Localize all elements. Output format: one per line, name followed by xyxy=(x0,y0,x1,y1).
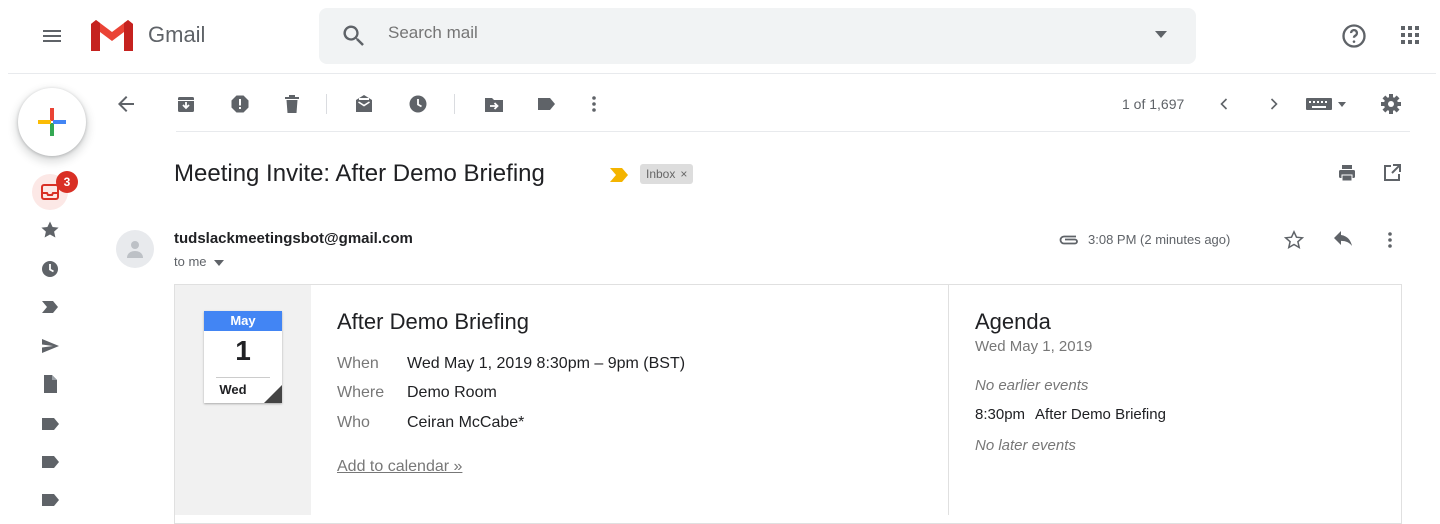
agenda-date: Wed May 1, 2019 xyxy=(975,338,1093,355)
agenda-event[interactable]: 8:30pm After Demo Briefing xyxy=(975,406,1166,423)
calendar-rule xyxy=(216,377,270,378)
chevron-down-icon[interactable] xyxy=(214,259,225,266)
label-icon[interactable] xyxy=(40,452,60,472)
label-icon[interactable] xyxy=(40,414,60,434)
reply-icon[interactable] xyxy=(1333,230,1353,250)
when-label: When xyxy=(337,355,379,372)
gmail-logo[interactable] xyxy=(88,18,136,54)
recipient-details[interactable]: to me xyxy=(174,254,225,269)
agenda-no-later: No later events xyxy=(975,437,1076,454)
calendar-month: May xyxy=(204,311,282,331)
help-icon[interactable] xyxy=(1340,22,1368,50)
who-value: Ceiran McCabe* xyxy=(407,414,525,431)
inbox-label-chip[interactable]: Inbox × xyxy=(640,164,694,184)
chevron-left-icon[interactable] xyxy=(1216,96,1232,112)
message-subject: Meeting Invite: After Demo Briefing xyxy=(174,160,545,187)
sender-email[interactable]: tudslackmeetingsbot@gmail.com xyxy=(174,230,413,247)
toolbar-separator xyxy=(454,94,455,114)
where-value: Demo Room xyxy=(407,384,497,401)
labels-icon[interactable] xyxy=(536,94,556,114)
attachment-icon xyxy=(1058,233,1082,247)
inbox-unread-badge: 3 xyxy=(56,171,78,193)
agenda-title: Agenda xyxy=(975,309,1051,334)
calendar-weekday: Wed xyxy=(219,382,247,397)
search-options-chevron-down-icon[interactable] xyxy=(1155,31,1167,39)
compose-button[interactable] xyxy=(18,88,86,156)
header-divider xyxy=(8,73,1436,74)
mark-unread-icon[interactable] xyxy=(354,94,374,114)
star-icon[interactable] xyxy=(1284,230,1304,250)
keyboard-icon[interactable] xyxy=(1306,96,1350,112)
menu-icon[interactable] xyxy=(40,24,64,48)
card-divider xyxy=(948,285,949,515)
drafts-icon[interactable] xyxy=(40,374,60,394)
more-vert-icon[interactable] xyxy=(1380,230,1400,250)
sent-icon[interactable] xyxy=(40,336,60,356)
agenda-event-time: 8:30pm xyxy=(975,406,1026,423)
label-chip-text: Inbox xyxy=(646,167,676,181)
app-name: Gmail xyxy=(148,22,206,47)
chevron-right-icon[interactable] xyxy=(1266,96,1282,112)
default-avatar-icon xyxy=(127,241,143,258)
settings-icon[interactable] xyxy=(1380,93,1402,115)
open-in-new-window-icon[interactable] xyxy=(1382,163,1402,183)
back-arrow-icon[interactable] xyxy=(116,94,136,114)
snoozed-clock-icon[interactable] xyxy=(40,259,60,279)
compose-plus-icon xyxy=(38,108,66,136)
search-icon[interactable] xyxy=(340,22,368,50)
delete-icon[interactable] xyxy=(282,94,302,114)
snooze-icon[interactable] xyxy=(408,94,428,114)
message-time: 3:08 PM (2 minutes ago) xyxy=(1088,232,1231,247)
where-label: Where xyxy=(337,384,385,401)
message-count: 1 of 1,697 xyxy=(1122,96,1185,112)
recipient-text: to me xyxy=(174,254,207,269)
remove-label-close-icon[interactable]: × xyxy=(680,167,687,181)
apps-icon[interactable] xyxy=(1398,23,1422,47)
event-title: After Demo Briefing xyxy=(337,309,529,334)
print-icon[interactable] xyxy=(1337,163,1357,183)
important-marker-icon[interactable] xyxy=(610,168,628,182)
more-vert-icon[interactable] xyxy=(584,94,604,114)
search-input[interactable] xyxy=(388,23,1088,43)
when-value: Wed May 1, 2019 8:30pm – 9pm (BST) xyxy=(407,355,686,372)
archive-icon[interactable] xyxy=(176,94,196,114)
who-label: Who xyxy=(337,414,370,431)
report-spam-icon[interactable] xyxy=(230,94,250,114)
agenda-event-title: After Demo Briefing xyxy=(1035,406,1166,423)
move-to-icon[interactable] xyxy=(484,94,504,114)
calendar-day: 1 xyxy=(235,335,251,366)
label-icon[interactable] xyxy=(40,490,60,510)
calendar-date-icon: May 1 Wed xyxy=(204,311,282,403)
toolbar-divider xyxy=(176,131,1410,132)
add-to-calendar-link[interactable]: Add to calendar » xyxy=(337,458,462,476)
avatar[interactable] xyxy=(116,230,154,268)
important-icon[interactable] xyxy=(40,297,60,317)
agenda-no-earlier: No earlier events xyxy=(975,377,1089,394)
star-icon[interactable] xyxy=(40,220,60,240)
page-fold xyxy=(264,385,282,403)
toolbar-separator xyxy=(326,94,327,114)
